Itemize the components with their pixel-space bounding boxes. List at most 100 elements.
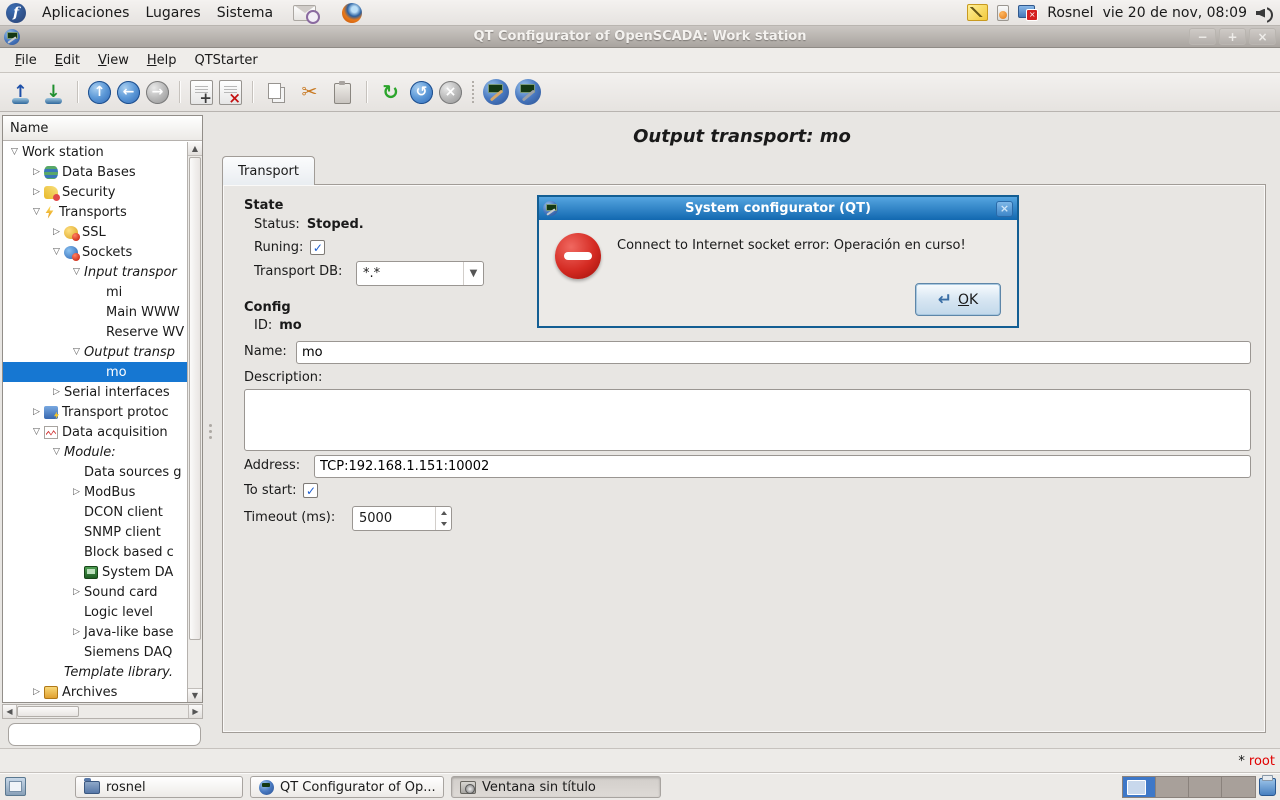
- tree-header[interactable]: Name: [3, 116, 202, 141]
- minimize-icon[interactable]: −: [1189, 28, 1216, 45]
- firefox-launcher-icon[interactable]: [342, 3, 362, 23]
- workspace-cell[interactable]: [1156, 777, 1189, 797]
- mail-notification-icon[interactable]: [293, 5, 316, 21]
- tree-horizontal-scrollbar[interactable]: ◀ ▶: [2, 704, 203, 719]
- tree-item[interactable]: DCON client: [3, 502, 187, 522]
- expander-icon[interactable]: [29, 207, 44, 217]
- tree-item[interactable]: Sound card: [3, 582, 187, 602]
- tree-item[interactable]: Sockets: [3, 242, 187, 262]
- description-textarea[interactable]: [244, 389, 1251, 451]
- tree-vertical-scrollbar[interactable]: ▲ ▼: [187, 142, 202, 702]
- tree-item[interactable]: Serial interfaces: [3, 382, 187, 402]
- menu-item[interactable]: Edit: [46, 50, 89, 71]
- stop-icon[interactable]: ×: [439, 81, 462, 104]
- show-desktop-icon[interactable]: [5, 777, 26, 796]
- taskbar-button[interactable]: QT Configurator of Op...: [250, 776, 444, 798]
- menu-item[interactable]: Help: [138, 50, 186, 71]
- expander-icon[interactable]: [69, 267, 84, 277]
- splitter-handle[interactable]: [204, 115, 217, 748]
- scrollbar-thumb[interactable]: [17, 706, 79, 717]
- timeout-spinbox[interactable]: 5000: [352, 506, 452, 531]
- toolbar-item[interactable]: [73, 79, 82, 106]
- tree-item[interactable]: mo: [3, 362, 187, 382]
- expander-icon[interactable]: [49, 387, 64, 397]
- refresh-icon[interactable]: ↻: [377, 79, 404, 106]
- spin-up-icon[interactable]: [436, 507, 451, 519]
- expander-icon[interactable]: [29, 427, 44, 437]
- trash-icon[interactable]: [1259, 778, 1276, 796]
- maximize-icon[interactable]: +: [1219, 28, 1246, 45]
- tree-item[interactable]: Logic level: [3, 602, 187, 622]
- expander-icon[interactable]: [69, 587, 84, 597]
- tree-item[interactable]: Data sources g: [3, 462, 187, 482]
- tree-item[interactable]: Security: [3, 182, 187, 202]
- tree-search-field[interactable]: [8, 723, 201, 746]
- tree-item[interactable]: Main WWW: [3, 302, 187, 322]
- taskbar-button[interactable]: rosnel: [75, 776, 243, 798]
- tree-item[interactable]: Archives: [3, 682, 187, 702]
- toolbar-item[interactable]: [248, 79, 257, 106]
- tree-item[interactable]: ModBus: [3, 482, 187, 502]
- expander-icon[interactable]: [29, 407, 44, 417]
- address-input[interactable]: [314, 455, 1251, 478]
- expander-icon[interactable]: [69, 487, 84, 497]
- dropdown-arrow-icon[interactable]: ▼: [463, 262, 483, 285]
- expander-icon[interactable]: [69, 347, 84, 357]
- dialog-titlebar[interactable]: System configurator (QT) ×: [539, 197, 1017, 220]
- spin-down-icon[interactable]: [436, 519, 451, 531]
- tree-item[interactable]: SSL: [3, 222, 187, 242]
- forward-icon[interactable]: →: [146, 81, 169, 104]
- running-checkbox[interactable]: ✓: [310, 240, 325, 255]
- add-item-icon[interactable]: +: [190, 80, 213, 105]
- up-icon[interactable]: ↑: [88, 81, 111, 104]
- workspace-cell[interactable]: [1189, 777, 1222, 797]
- desktop-menu-item[interactable]: Lugares: [137, 3, 208, 23]
- tab-transport[interactable]: Transport: [222, 156, 315, 185]
- tree-item[interactable]: Siemens DAQ: [3, 642, 187, 662]
- scroll-up-icon[interactable]: ▲: [188, 142, 202, 156]
- delete-item-icon[interactable]: ×: [219, 80, 242, 105]
- paste-icon[interactable]: [329, 79, 356, 106]
- expander-icon[interactable]: [7, 147, 22, 157]
- toolbar-item[interactable]: [468, 79, 477, 106]
- network-offline-icon[interactable]: [1018, 5, 1038, 21]
- scrollbar-thumb[interactable]: [189, 157, 201, 640]
- workspace-cell[interactable]: [1123, 777, 1156, 797]
- cut-icon[interactable]: ✂: [296, 79, 323, 106]
- workspace-cell[interactable]: [1222, 777, 1255, 797]
- expander-icon[interactable]: [29, 687, 44, 697]
- username-label[interactable]: Rosnel: [1047, 5, 1093, 21]
- tree-item[interactable]: SNMP client: [3, 522, 187, 542]
- close-icon[interactable]: ×: [1249, 28, 1276, 45]
- tree-item[interactable]: Output transp: [3, 342, 187, 362]
- expander-icon[interactable]: [69, 627, 84, 637]
- toolbar-item[interactable]: [362, 79, 371, 106]
- oscada-edit-icon[interactable]: [483, 79, 509, 105]
- ok-button[interactable]: ↵ OK: [915, 283, 1001, 316]
- tree-item[interactable]: Template library.: [3, 662, 187, 682]
- tree-item[interactable]: Module:: [3, 442, 187, 462]
- menu-item[interactable]: QTStarter: [185, 50, 266, 71]
- menu-item[interactable]: View: [89, 50, 138, 71]
- tree-item[interactable]: System DA: [3, 562, 187, 582]
- tree-item[interactable]: Transport protoc: [3, 402, 187, 422]
- transport-db-select[interactable]: *.* ▼: [356, 261, 484, 286]
- tree-item[interactable]: Input transpor: [3, 262, 187, 282]
- volume-icon[interactable]: [1256, 5, 1274, 21]
- expander-icon[interactable]: [49, 447, 64, 457]
- note-icon[interactable]: [967, 4, 988, 21]
- expander-icon[interactable]: [49, 247, 64, 257]
- tree-item[interactable]: Block based c: [3, 542, 187, 562]
- expander-icon[interactable]: [49, 227, 64, 237]
- desktop-menu-item[interactable]: Sistema: [209, 3, 281, 23]
- start-icon[interactable]: ↺: [410, 81, 433, 104]
- toolbar-item[interactable]: [175, 79, 184, 106]
- copy-icon[interactable]: [263, 79, 290, 106]
- taskbar-button[interactable]: Ventana sin título: [451, 776, 661, 798]
- save-to-db-icon[interactable]: ↓: [40, 79, 67, 106]
- name-input[interactable]: [296, 341, 1251, 364]
- desktop-menu-item[interactable]: Aplicaciones: [34, 3, 137, 23]
- tree-item[interactable]: Work station: [3, 142, 187, 162]
- tree-item[interactable]: Data acquisition: [3, 422, 187, 442]
- to-start-checkbox[interactable]: ✓: [303, 483, 318, 498]
